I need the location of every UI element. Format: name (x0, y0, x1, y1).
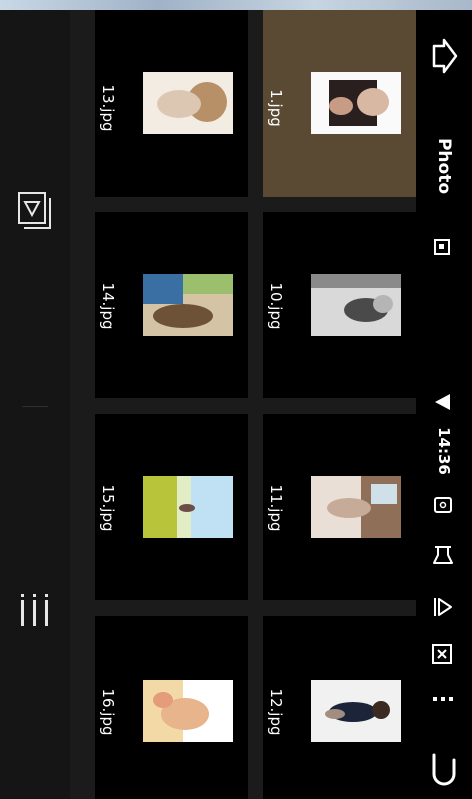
status-action-bar: Photo 14:36 (416, 10, 472, 799)
sound-triangle-icon (435, 394, 450, 410)
menu-bars-icon[interactable] (16, 590, 54, 630)
clock-time: 14:36 (435, 427, 453, 475)
photo-grid: 1.jpg 10.jpg 11.jpg 12.jpg 13.jpg 14.jpg… (70, 10, 416, 799)
window-top-strip (0, 0, 472, 10)
back-u-icon[interactable] (430, 752, 458, 788)
play-icon[interactable] (431, 595, 455, 619)
exit-arrow-icon[interactable] (428, 38, 460, 74)
flask-icon (433, 546, 453, 564)
close-box-icon[interactable] (430, 642, 454, 666)
photo-tile[interactable]: 13.jpg (95, 10, 248, 197)
photo-tile[interactable]: 1.jpg (263, 10, 416, 197)
select-box-icon[interactable] (16, 190, 54, 232)
photo-tile[interactable]: 12.jpg (263, 616, 416, 799)
info-icon (434, 497, 452, 513)
image-icon (434, 239, 450, 255)
photo-filename: 15.jpg (99, 484, 117, 532)
photo-tile[interactable]: 10.jpg (263, 212, 416, 398)
photo-tile[interactable]: 14.jpg (95, 212, 248, 398)
photo-thumbnail (143, 680, 233, 742)
photo-filename: 1.jpg (267, 89, 285, 127)
left-divider (22, 406, 48, 407)
photo-filename: 12.jpg (267, 688, 285, 736)
photo-filename: 13.jpg (99, 84, 117, 132)
photo-filename: 10.jpg (267, 282, 285, 330)
photo-filename: 11.jpg (267, 484, 285, 532)
left-toolbar (0, 10, 71, 799)
photo-thumbnail (143, 476, 233, 538)
photo-filename: 14.jpg (99, 282, 117, 330)
photo-thumbnail (311, 274, 401, 336)
photo-tile[interactable]: 15.jpg (95, 414, 248, 600)
photo-filename: 16.jpg (99, 688, 117, 736)
photo-tile[interactable]: 11.jpg (263, 414, 416, 600)
app-title: Photo (434, 137, 454, 195)
photo-thumbnail (311, 680, 401, 742)
more-dots-icon[interactable] (432, 694, 454, 706)
photo-thumbnail (311, 72, 401, 134)
photo-thumbnail (311, 476, 401, 538)
photo-thumbnail (143, 72, 233, 134)
photo-thumbnail (143, 274, 233, 336)
photo-tile[interactable]: 16.jpg (95, 616, 248, 799)
